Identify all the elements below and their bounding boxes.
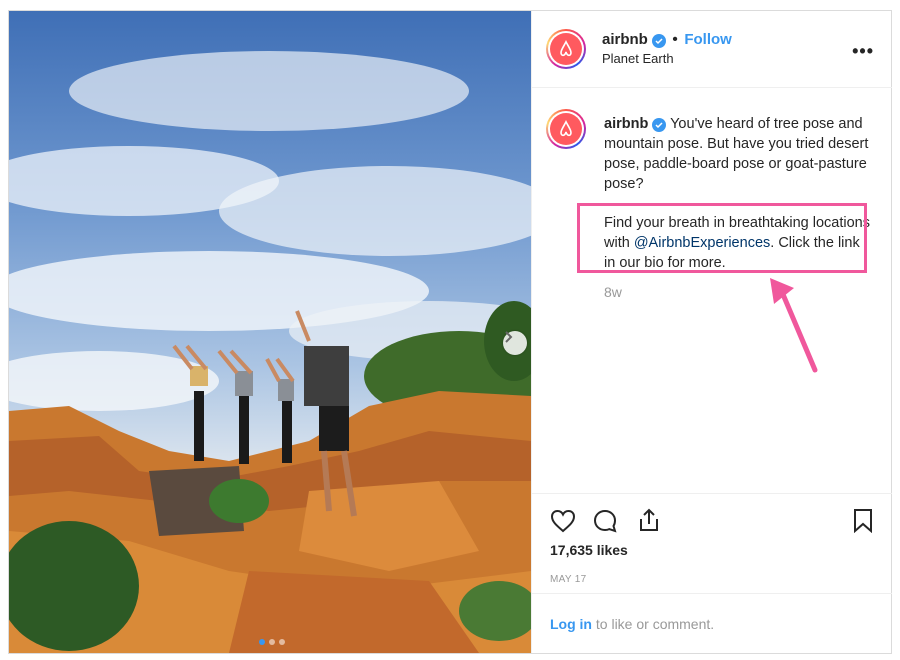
caption-avatar[interactable]: [546, 109, 586, 149]
verified-icon: [652, 118, 667, 132]
photo-illustration: [9, 51, 531, 653]
carousel-dot: [279, 639, 285, 645]
bookmark-icon[interactable]: [850, 507, 876, 533]
caption-timestamp: 8w: [604, 284, 622, 300]
more-options-button[interactable]: •••: [852, 41, 874, 62]
login-link[interactable]: Log in: [550, 616, 592, 632]
comment-bar: Log in to like or comment.: [532, 593, 892, 654]
post-header: airbnb • Follow Planet Earth •••: [532, 11, 892, 88]
carousel-indicator: [259, 639, 285, 645]
annotation-arrow-icon: [770, 278, 818, 373]
avatar[interactable]: [546, 29, 586, 69]
heart-icon[interactable]: [550, 508, 576, 534]
follow-button[interactable]: Follow: [684, 31, 732, 48]
share-icon[interactable]: [636, 507, 662, 533]
location-link[interactable]: Planet Earth: [602, 51, 674, 66]
post-side-panel: airbnb • Follow Planet Earth ••• airbnb …: [531, 11, 892, 653]
likes-count[interactable]: 17,635 likes: [550, 542, 628, 558]
post-photo[interactable]: [9, 11, 531, 653]
airbnb-logo-icon: [560, 120, 572, 137]
separator: •: [672, 31, 678, 48]
login-prompt-text: to like or comment.: [592, 616, 715, 632]
username-link[interactable]: airbnb: [602, 31, 648, 48]
action-bar: 17,635 likes MAY 17: [532, 493, 892, 594]
verified-icon: [651, 34, 666, 48]
login-prompt: Log in to like or comment.: [550, 616, 714, 632]
carousel-dot: [269, 639, 275, 645]
carousel-dot: [259, 639, 265, 645]
header-title: airbnb • Follow: [602, 31, 732, 49]
comment-icon[interactable]: [592, 508, 618, 534]
annotation-highlight-box: [577, 203, 867, 273]
airbnb-logo-icon: [560, 40, 572, 57]
carousel-next-button[interactable]: [503, 331, 527, 355]
post-date: MAY 17: [550, 574, 587, 585]
chevron-right-icon: [505, 331, 513, 343]
caption-username[interactable]: airbnb: [604, 116, 648, 132]
